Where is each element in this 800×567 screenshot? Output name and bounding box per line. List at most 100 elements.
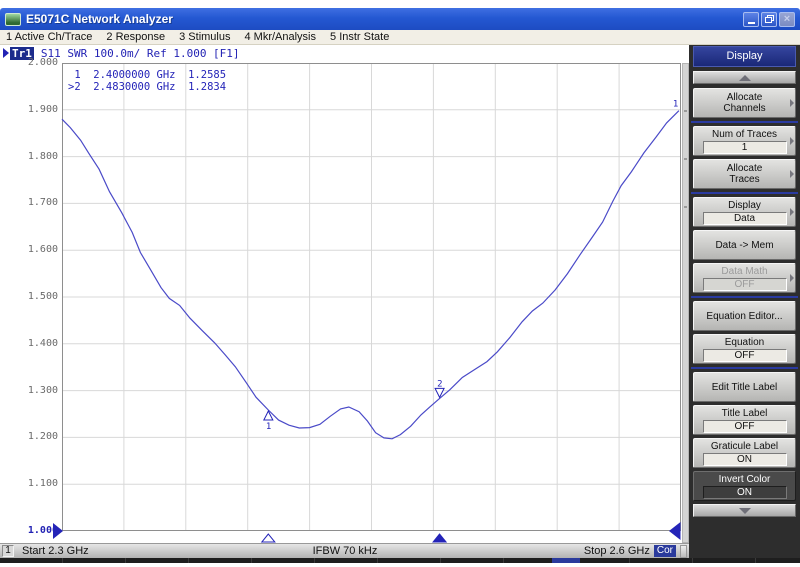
softkey-group-separator bbox=[691, 296, 798, 298]
y-axis-tick-1.500: 1.500 bbox=[20, 291, 58, 302]
y-axis-tick-1.200: 1.200 bbox=[20, 431, 58, 442]
softkey-label: Channels bbox=[701, 103, 788, 114]
marker-readout: 1 2.4000000 GHz 1.2585>2 2.4830000 GHz 1… bbox=[68, 69, 226, 93]
softkey-value: OFF bbox=[703, 278, 787, 291]
y-axis-tick-2.000: 2.000 bbox=[20, 57, 58, 68]
softkey-invert-color[interactable]: Invert ColorON bbox=[693, 471, 796, 501]
softkey-value: ON bbox=[703, 453, 787, 466]
app-window: E5071C Network Analyzer × 1 Active Ch/Tr… bbox=[0, 0, 800, 567]
menu-item-4-mkr-analysis[interactable]: 4 Mkr/Analysis bbox=[238, 31, 324, 43]
minimize-button[interactable] bbox=[743, 12, 759, 27]
submenu-arrow-icon bbox=[790, 170, 794, 178]
swr-chart: 1 1 2 bbox=[62, 63, 682, 543]
softkey-value: Data bbox=[703, 212, 787, 225]
softkey-display-data[interactable]: DisplayData bbox=[693, 197, 796, 227]
menu-item-1-active-ch-trace[interactable]: 1 Active Ch/Trace bbox=[0, 31, 100, 43]
reference-level-pointer-left bbox=[53, 523, 63, 539]
start-frequency-label: Start 2.3 GHz bbox=[22, 545, 89, 557]
softkey-value: OFF bbox=[703, 420, 787, 433]
softkey-graticule-label[interactable]: Graticule LabelON bbox=[693, 438, 796, 468]
softkey-label: Title Label bbox=[701, 408, 788, 419]
softkey-edit-title-label[interactable]: Edit Title Label bbox=[693, 372, 796, 402]
softkey-label: Equation Editor... bbox=[701, 311, 788, 322]
chart-side-scrollstrip bbox=[682, 63, 689, 543]
y-axis-tick-1.800: 1.800 bbox=[20, 151, 58, 162]
scroll-down-button[interactable] bbox=[693, 504, 796, 517]
marker-2-stimulus-indicator bbox=[433, 534, 446, 542]
y-axis-tick-1.400: 1.400 bbox=[20, 338, 58, 349]
softkey-num-of-traces[interactable]: Num of Traces1 bbox=[693, 126, 796, 156]
menu-item-3-stimulus[interactable]: 3 Stimulus bbox=[173, 31, 238, 43]
softkey-value: OFF bbox=[703, 349, 787, 362]
correction-status-badge: Cor bbox=[654, 545, 676, 557]
softkey-allocate-channels[interactable]: AllocateChannels bbox=[693, 88, 796, 118]
softkey-group-separator bbox=[691, 367, 798, 369]
softkey-equation[interactable]: EquationOFF bbox=[693, 334, 796, 364]
y-axis-tick-1.300: 1.300 bbox=[20, 385, 58, 396]
scroll-up-button[interactable] bbox=[693, 71, 796, 84]
menu-item-5-instr-state[interactable]: 5 Instr State bbox=[324, 31, 397, 43]
bottom-edge-accent bbox=[552, 558, 580, 563]
softkey-label: Display bbox=[701, 200, 788, 211]
softkey-allocate-traces[interactable]: AllocateTraces bbox=[693, 159, 796, 189]
softkey-label: Allocate bbox=[701, 92, 788, 103]
softkey-value: 1 bbox=[703, 141, 787, 154]
close-icon: × bbox=[784, 14, 790, 25]
y-axis-tick-1.600: 1.600 bbox=[20, 244, 58, 255]
trace-end-number: 1 bbox=[673, 100, 678, 110]
close-button[interactable]: × bbox=[779, 12, 795, 27]
softkey-data-to-mem[interactable]: Data -> Mem bbox=[693, 230, 796, 260]
marker-1-stimulus-indicator bbox=[262, 534, 275, 542]
y-axis-tick-1.000: 1.000 bbox=[20, 525, 58, 536]
bottom-edge-strip bbox=[0, 558, 800, 563]
titlebar: E5071C Network Analyzer × bbox=[0, 8, 800, 30]
arrow-down-icon bbox=[739, 508, 751, 514]
submenu-arrow-icon bbox=[790, 208, 794, 216]
svg-text:1: 1 bbox=[266, 422, 271, 432]
softkey-value: ON bbox=[703, 486, 787, 499]
restore-button[interactable] bbox=[761, 12, 777, 27]
softkey-sidebar: Display AllocateChannelsNum of Traces1Al… bbox=[689, 45, 800, 558]
active-trace-pointer-icon bbox=[3, 48, 9, 58]
marker-1-glyph[interactable]: 1 bbox=[264, 411, 273, 432]
statusbar-end-cell bbox=[680, 545, 687, 558]
submenu-arrow-icon bbox=[790, 274, 794, 282]
stop-frequency-label: Stop 2.6 GHz bbox=[584, 545, 650, 557]
restore-icon bbox=[765, 15, 774, 23]
reference-level-pointer-right bbox=[669, 522, 681, 540]
minimize-icon bbox=[748, 22, 755, 24]
marker-2-glyph[interactable]: 2 bbox=[435, 379, 444, 397]
y-axis-tick-1.100: 1.100 bbox=[20, 478, 58, 489]
softkey-group-separator bbox=[691, 192, 798, 194]
s11-swr-trace bbox=[62, 111, 679, 439]
menu-item-2-response[interactable]: 2 Response bbox=[100, 31, 173, 43]
arrow-up-icon bbox=[739, 75, 751, 81]
softkey-label: Invert Color bbox=[701, 474, 788, 485]
app-icon bbox=[5, 13, 21, 26]
marker-readout-row: >2 2.4830000 GHz 1.2834 bbox=[68, 81, 226, 93]
softkey-data-math[interactable]: Data MathOFF bbox=[693, 263, 796, 293]
softkey-equation-editor[interactable]: Equation Editor... bbox=[693, 301, 796, 331]
softkey-label: Allocate bbox=[701, 163, 788, 174]
trace-status-text: S11 SWR 100.0m/ Ref 1.000 [F1] bbox=[41, 47, 240, 60]
softkey-label: Traces bbox=[701, 174, 788, 185]
softkey-group-separator bbox=[691, 121, 798, 123]
status-bar: 1 Start 2.3 GHz IFBW 70 kHz Stop 2.6 GHz… bbox=[0, 543, 690, 558]
softkey-label: Graticule Label bbox=[701, 441, 788, 452]
softkey-label: Num of Traces bbox=[701, 129, 788, 140]
softkey-label: Data -> Mem bbox=[701, 240, 788, 251]
softkey-title-label[interactable]: Title LabelOFF bbox=[693, 405, 796, 435]
marker-readout-row: 1 2.4000000 GHz 1.2585 bbox=[68, 69, 226, 81]
y-axis-tick-1.700: 1.700 bbox=[20, 197, 58, 208]
y-axis-tick-1.900: 1.900 bbox=[20, 104, 58, 115]
window-title: E5071C Network Analyzer bbox=[26, 12, 173, 26]
submenu-arrow-icon bbox=[790, 99, 794, 107]
softkey-menu-title: Display bbox=[693, 46, 796, 67]
menubar: 1 Active Ch/Trace2 Response3 Stimulus4 M… bbox=[0, 30, 800, 45]
submenu-arrow-icon bbox=[790, 137, 794, 145]
softkey-label: Equation bbox=[701, 337, 788, 348]
softkey-label: Edit Title Label bbox=[701, 382, 788, 393]
svg-text:2: 2 bbox=[437, 379, 442, 389]
channel-number-cell: 1 bbox=[2, 545, 14, 557]
softkey-label: Data Math bbox=[701, 266, 788, 277]
